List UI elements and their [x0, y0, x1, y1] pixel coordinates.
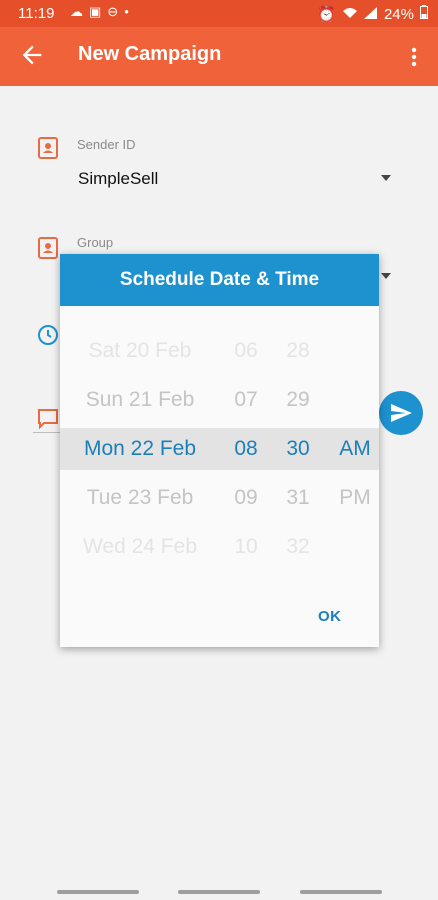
battery-icon: [420, 5, 428, 23]
picker-date-option[interactable]: Sun 21 Feb: [60, 375, 220, 424]
contact-card-icon: [36, 236, 60, 260]
picker-date-option[interactable]: Sat 20 Feb: [60, 326, 220, 375]
picker-ampm-option[interactable]: PM: [326, 473, 384, 522]
chevron-down-icon[interactable]: [381, 273, 391, 279]
picker-minute-option[interactable]: 31: [272, 473, 324, 522]
picker-hour-selected[interactable]: 08: [220, 424, 272, 473]
message-icon: [36, 406, 60, 430]
wifi-icon: [342, 6, 358, 23]
sender-id-label: Sender ID: [77, 137, 136, 152]
signal-icon: [363, 6, 378, 23]
chevron-down-icon[interactable]: [381, 175, 391, 181]
picker-minute-option[interactable]: 29: [272, 375, 324, 424]
back-arrow-icon[interactable]: [18, 41, 46, 69]
picker-hour-option[interactable]: 09: [220, 473, 272, 522]
alarm-icon: ⏰: [317, 6, 336, 23]
status-time: 11:19: [18, 5, 55, 22]
picker-hour-option[interactable]: 06: [220, 326, 272, 375]
dialog-title: Schedule Date & Time: [60, 254, 379, 306]
clock-icon[interactable]: [36, 323, 60, 347]
schedule-dialog: Schedule Date & Time Sat 20 Feb Sun 21 F…: [60, 254, 379, 647]
picker-date-selected[interactable]: Mon 22 Feb: [60, 424, 220, 473]
app-bar: New Campaign: [0, 27, 438, 86]
picker-minute-selected[interactable]: 30: [272, 424, 324, 473]
picker-date-option[interactable]: Tue 23 Feb: [60, 473, 220, 522]
image-icon: ▣: [89, 4, 102, 19]
send-icon: [391, 404, 412, 422]
battery-percent: 24%: [383, 5, 414, 23]
sender-id-select[interactable]: SimpleSell: [78, 169, 158, 189]
recent-apps-button[interactable]: [57, 890, 139, 894]
picker-minute-option[interactable]: 28: [272, 326, 324, 375]
dot-icon: •: [124, 4, 129, 19]
date-time-picker[interactable]: Sat 20 Feb Sun 21 Feb Mon 22 Feb Tue 23 …: [60, 326, 379, 572]
overflow-menu-icon[interactable]: [404, 43, 424, 71]
send-button[interactable]: [379, 391, 423, 435]
contact-card-icon: [36, 136, 60, 160]
picker-minute-option[interactable]: 32: [272, 522, 324, 571]
picker-ampm-selected[interactable]: AM: [326, 424, 384, 473]
picker-date-option[interactable]: Wed 24 Feb: [60, 522, 220, 571]
home-button[interactable]: [178, 890, 260, 894]
dnd-icon: ⊖: [107, 4, 119, 19]
picker-hour-option[interactable]: 10: [220, 522, 272, 571]
back-nav-button[interactable]: [300, 890, 382, 894]
message-input-underline: [33, 432, 63, 433]
picker-hour-option[interactable]: 07: [220, 375, 272, 424]
ok-button[interactable]: OK: [318, 608, 342, 625]
status-bar: 11:19 ☁ ▣ ⊖ • ⏰ 24%: [0, 0, 438, 27]
group-label: Group: [77, 235, 114, 250]
page-title: New Campaign: [78, 43, 222, 65]
cloud-icon: ☁: [70, 4, 83, 19]
